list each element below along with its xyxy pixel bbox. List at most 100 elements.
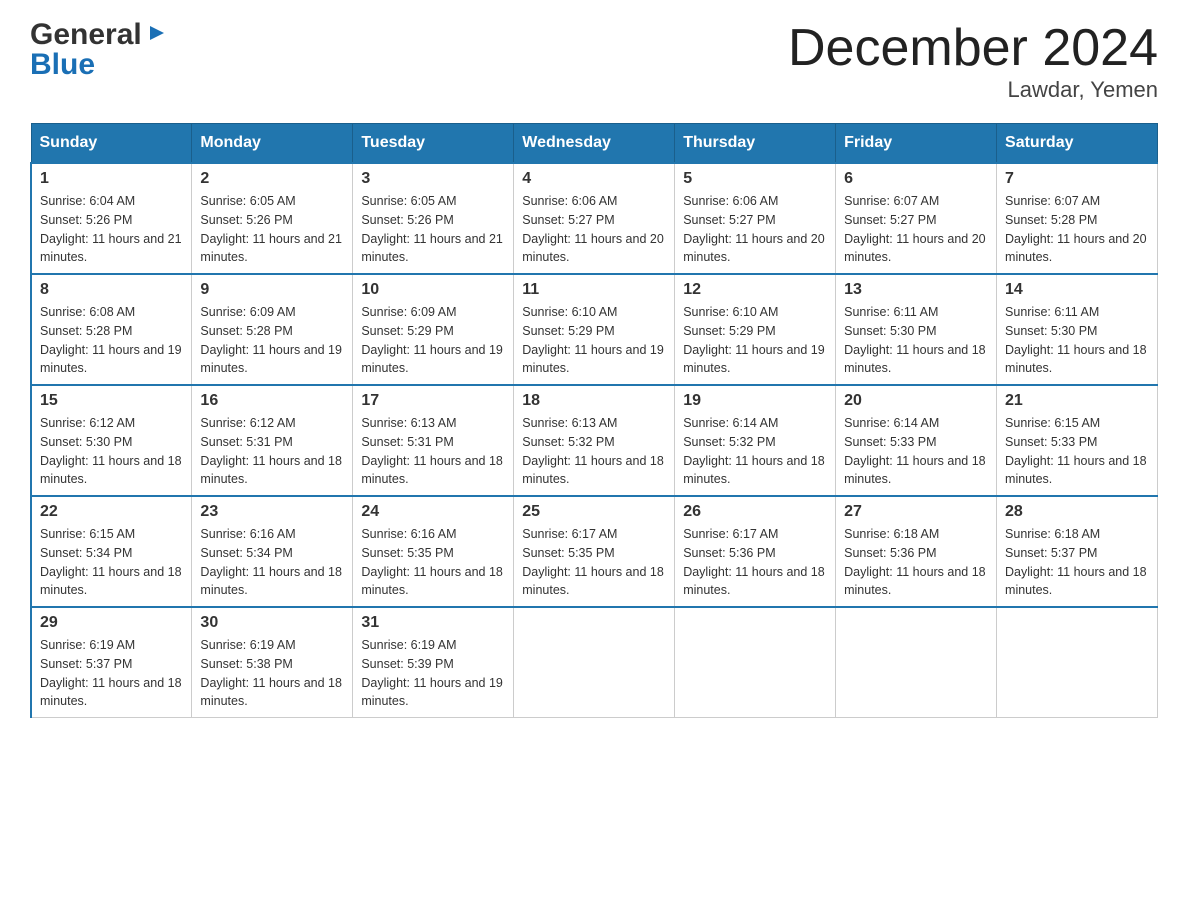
day-info: Sunrise: 6:13 AMSunset: 5:31 PMDaylight:… — [361, 416, 503, 486]
day-number: 11 — [522, 281, 666, 299]
calendar-cell: 16 Sunrise: 6:12 AMSunset: 5:31 PMDaylig… — [192, 385, 353, 496]
day-info: Sunrise: 6:16 AMSunset: 5:34 PMDaylight:… — [200, 527, 342, 597]
calendar-cell — [514, 607, 675, 718]
page-header: General Blue December 2024 Lawdar, Yemen — [30, 20, 1158, 103]
day-info: Sunrise: 6:05 AMSunset: 5:26 PMDaylight:… — [200, 194, 342, 264]
day-number: 10 — [361, 281, 505, 299]
calendar-cell: 14 Sunrise: 6:11 AMSunset: 5:30 PMDaylig… — [997, 274, 1158, 385]
calendar-cell: 24 Sunrise: 6:16 AMSunset: 5:35 PMDaylig… — [353, 496, 514, 607]
calendar-cell: 5 Sunrise: 6:06 AMSunset: 5:27 PMDayligh… — [675, 163, 836, 274]
day-info: Sunrise: 6:08 AMSunset: 5:28 PMDaylight:… — [40, 305, 182, 375]
day-number: 21 — [1005, 392, 1149, 410]
day-number: 27 — [844, 503, 988, 521]
calendar-cell — [997, 607, 1158, 718]
calendar-cell — [675, 607, 836, 718]
day-number: 25 — [522, 503, 666, 521]
day-info: Sunrise: 6:18 AMSunset: 5:37 PMDaylight:… — [1005, 527, 1147, 597]
day-number: 12 — [683, 281, 827, 299]
calendar-cell: 10 Sunrise: 6:09 AMSunset: 5:29 PMDaylig… — [353, 274, 514, 385]
day-number: 23 — [200, 503, 344, 521]
day-info: Sunrise: 6:11 AMSunset: 5:30 PMDaylight:… — [844, 305, 986, 375]
logo-general-text: General — [30, 20, 142, 50]
day-info: Sunrise: 6:07 AMSunset: 5:27 PMDaylight:… — [844, 194, 986, 264]
day-number: 4 — [522, 170, 666, 188]
logo-blue-text: Blue — [30, 48, 95, 81]
header-sunday: Sunday — [31, 124, 192, 164]
calendar-cell: 21 Sunrise: 6:15 AMSunset: 5:33 PMDaylig… — [997, 385, 1158, 496]
day-info: Sunrise: 6:12 AMSunset: 5:30 PMDaylight:… — [40, 416, 182, 486]
calendar-cell: 23 Sunrise: 6:16 AMSunset: 5:34 PMDaylig… — [192, 496, 353, 607]
day-number: 1 — [40, 170, 183, 188]
day-number: 29 — [40, 614, 183, 632]
calendar-cell: 6 Sunrise: 6:07 AMSunset: 5:27 PMDayligh… — [836, 163, 997, 274]
day-info: Sunrise: 6:16 AMSunset: 5:35 PMDaylight:… — [361, 527, 503, 597]
header-tuesday: Tuesday — [353, 124, 514, 164]
week-row-1: 1 Sunrise: 6:04 AMSunset: 5:26 PMDayligh… — [31, 163, 1158, 274]
day-number: 6 — [844, 170, 988, 188]
day-info: Sunrise: 6:10 AMSunset: 5:29 PMDaylight:… — [683, 305, 825, 375]
header-monday: Monday — [192, 124, 353, 164]
day-number: 18 — [522, 392, 666, 410]
header-wednesday: Wednesday — [514, 124, 675, 164]
week-row-5: 29 Sunrise: 6:19 AMSunset: 5:37 PMDaylig… — [31, 607, 1158, 718]
header-thursday: Thursday — [675, 124, 836, 164]
calendar-cell: 12 Sunrise: 6:10 AMSunset: 5:29 PMDaylig… — [675, 274, 836, 385]
calendar-cell: 30 Sunrise: 6:19 AMSunset: 5:38 PMDaylig… — [192, 607, 353, 718]
day-number: 14 — [1005, 281, 1149, 299]
day-info: Sunrise: 6:07 AMSunset: 5:28 PMDaylight:… — [1005, 194, 1147, 264]
calendar-cell: 20 Sunrise: 6:14 AMSunset: 5:33 PMDaylig… — [836, 385, 997, 496]
calendar-header-row: SundayMondayTuesdayWednesdayThursdayFrid… — [31, 124, 1158, 164]
day-info: Sunrise: 6:06 AMSunset: 5:27 PMDaylight:… — [522, 194, 664, 264]
calendar-cell: 2 Sunrise: 6:05 AMSunset: 5:26 PMDayligh… — [192, 163, 353, 274]
day-info: Sunrise: 6:10 AMSunset: 5:29 PMDaylight:… — [522, 305, 664, 375]
header-saturday: Saturday — [997, 124, 1158, 164]
calendar-cell: 3 Sunrise: 6:05 AMSunset: 5:26 PMDayligh… — [353, 163, 514, 274]
calendar-cell: 17 Sunrise: 6:13 AMSunset: 5:31 PMDaylig… — [353, 385, 514, 496]
day-info: Sunrise: 6:14 AMSunset: 5:33 PMDaylight:… — [844, 416, 986, 486]
day-info: Sunrise: 6:09 AMSunset: 5:28 PMDaylight:… — [200, 305, 342, 375]
calendar-cell: 1 Sunrise: 6:04 AMSunset: 5:26 PMDayligh… — [31, 163, 192, 274]
day-info: Sunrise: 6:15 AMSunset: 5:34 PMDaylight:… — [40, 527, 182, 597]
day-number: 22 — [40, 503, 183, 521]
calendar-cell: 31 Sunrise: 6:19 AMSunset: 5:39 PMDaylig… — [353, 607, 514, 718]
day-info: Sunrise: 6:05 AMSunset: 5:26 PMDaylight:… — [361, 194, 503, 264]
day-info: Sunrise: 6:19 AMSunset: 5:38 PMDaylight:… — [200, 638, 342, 708]
day-info: Sunrise: 6:12 AMSunset: 5:31 PMDaylight:… — [200, 416, 342, 486]
day-info: Sunrise: 6:06 AMSunset: 5:27 PMDaylight:… — [683, 194, 825, 264]
day-number: 7 — [1005, 170, 1149, 188]
calendar-cell: 28 Sunrise: 6:18 AMSunset: 5:37 PMDaylig… — [997, 496, 1158, 607]
calendar-cell: 19 Sunrise: 6:14 AMSunset: 5:32 PMDaylig… — [675, 385, 836, 496]
calendar-cell: 11 Sunrise: 6:10 AMSunset: 5:29 PMDaylig… — [514, 274, 675, 385]
day-number: 26 — [683, 503, 827, 521]
logo: General Blue — [30, 20, 168, 80]
calendar-cell: 8 Sunrise: 6:08 AMSunset: 5:28 PMDayligh… — [31, 274, 192, 385]
location: Lawdar, Yemen — [788, 77, 1158, 103]
calendar-cell: 9 Sunrise: 6:09 AMSunset: 5:28 PMDayligh… — [192, 274, 353, 385]
day-number: 9 — [200, 281, 344, 299]
calendar-table: SundayMondayTuesdayWednesdayThursdayFrid… — [30, 123, 1158, 718]
month-title: December 2024 — [788, 20, 1158, 77]
calendar-cell: 18 Sunrise: 6:13 AMSunset: 5:32 PMDaylig… — [514, 385, 675, 496]
calendar-cell: 15 Sunrise: 6:12 AMSunset: 5:30 PMDaylig… — [31, 385, 192, 496]
header-friday: Friday — [836, 124, 997, 164]
day-info: Sunrise: 6:04 AMSunset: 5:26 PMDaylight:… — [40, 194, 182, 264]
day-number: 31 — [361, 614, 505, 632]
day-info: Sunrise: 6:15 AMSunset: 5:33 PMDaylight:… — [1005, 416, 1147, 486]
calendar-cell: 13 Sunrise: 6:11 AMSunset: 5:30 PMDaylig… — [836, 274, 997, 385]
day-number: 20 — [844, 392, 988, 410]
day-number: 30 — [200, 614, 344, 632]
day-info: Sunrise: 6:19 AMSunset: 5:39 PMDaylight:… — [361, 638, 503, 708]
day-number: 2 — [200, 170, 344, 188]
day-info: Sunrise: 6:17 AMSunset: 5:36 PMDaylight:… — [683, 527, 825, 597]
day-number: 16 — [200, 392, 344, 410]
day-number: 19 — [683, 392, 827, 410]
day-info: Sunrise: 6:19 AMSunset: 5:37 PMDaylight:… — [40, 638, 182, 708]
calendar-cell — [836, 607, 997, 718]
day-number: 5 — [683, 170, 827, 188]
logo-arrow-icon — [146, 22, 168, 48]
calendar-cell: 27 Sunrise: 6:18 AMSunset: 5:36 PMDaylig… — [836, 496, 997, 607]
day-number: 15 — [40, 392, 183, 410]
day-info: Sunrise: 6:11 AMSunset: 5:30 PMDaylight:… — [1005, 305, 1147, 375]
calendar-cell: 25 Sunrise: 6:17 AMSunset: 5:35 PMDaylig… — [514, 496, 675, 607]
day-number: 17 — [361, 392, 505, 410]
